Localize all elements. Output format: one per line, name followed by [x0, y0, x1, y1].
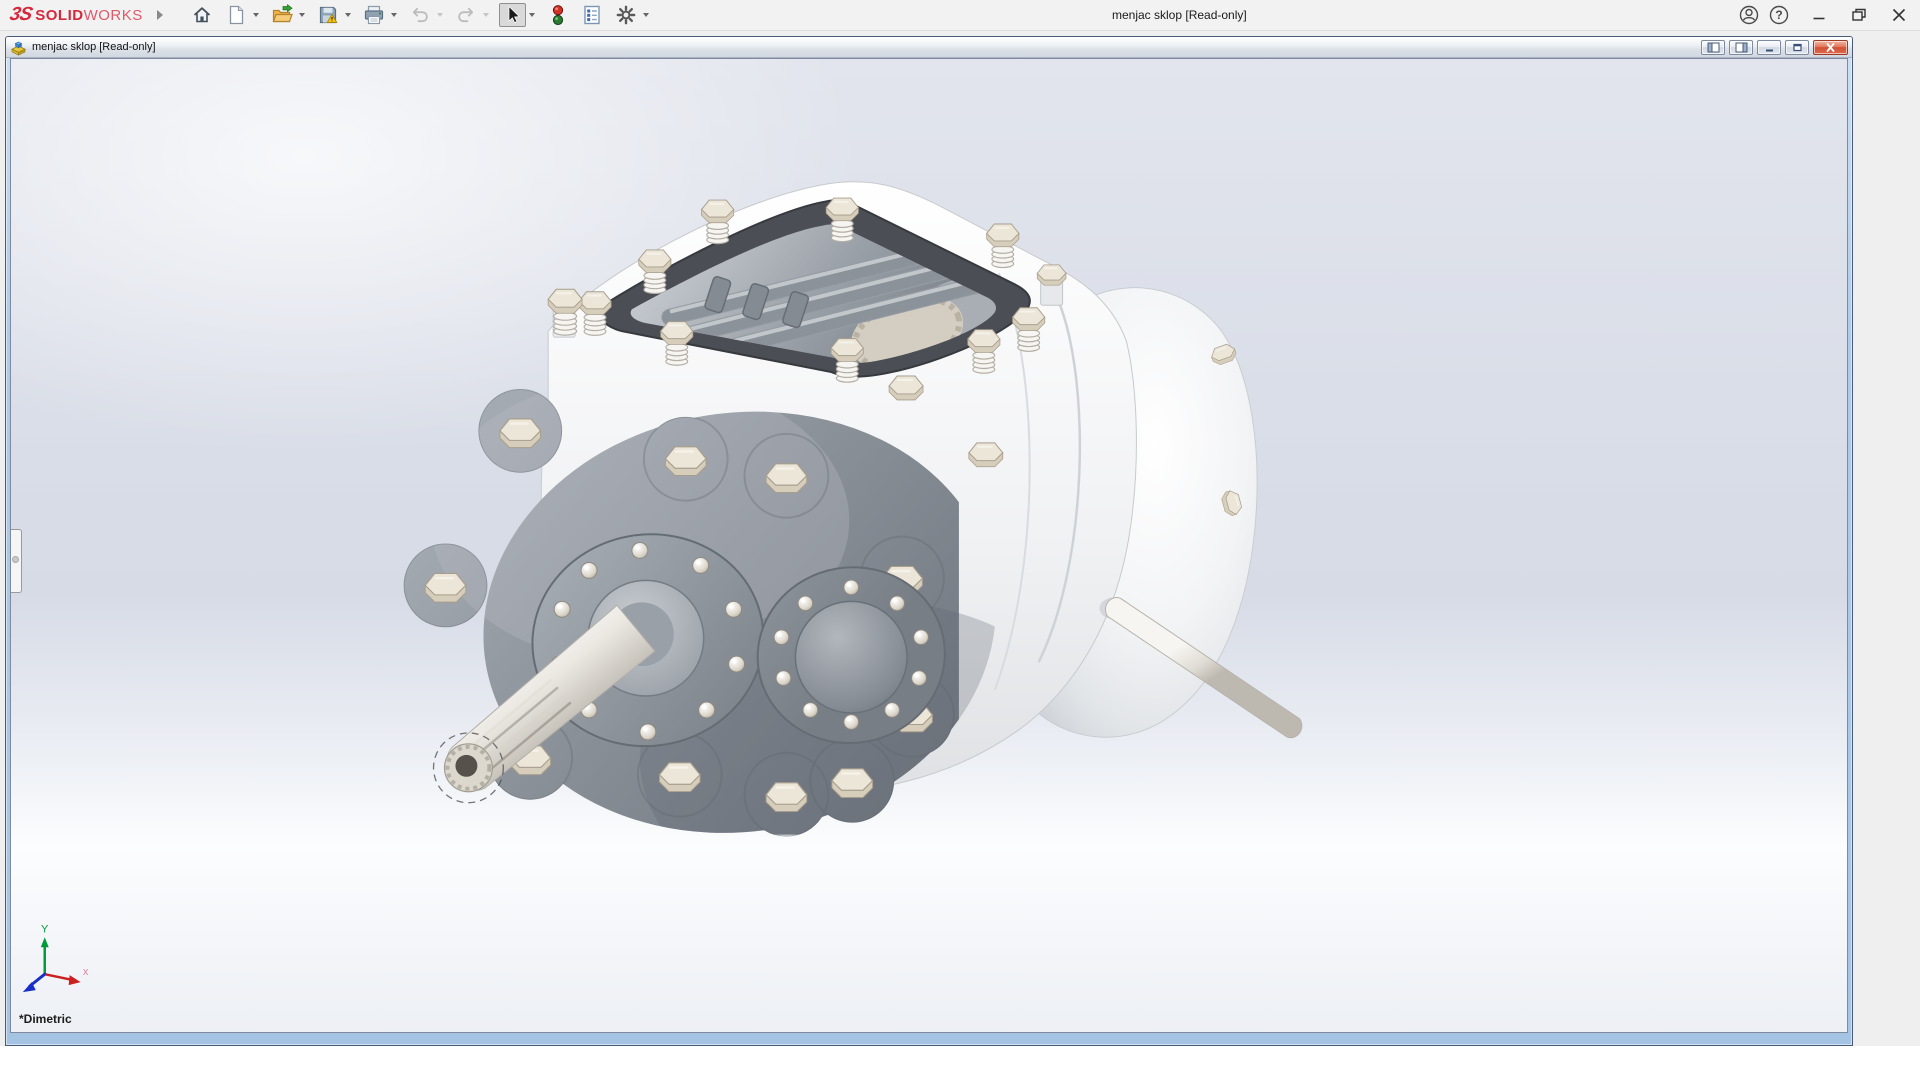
account-button[interactable] [1734, 1, 1764, 29]
graphics-viewport[interactable]: Y x *Dimetric [10, 58, 1848, 1033]
pane-left-icon [1707, 42, 1719, 52]
assembly-document-icon [11, 41, 26, 56]
select-dropdown[interactable] [526, 3, 538, 27]
undo-icon [413, 7, 428, 23]
quick-access-toolbar [189, 3, 659, 27]
orientation-triad: Y x [22, 923, 89, 993]
minimize-icon [1813, 17, 1825, 20]
save-dropdown[interactable] [342, 3, 354, 27]
rebuild-traffic-light-icon [553, 5, 564, 26]
minimize-button[interactable] [1804, 1, 1834, 29]
doc-close-icon [1826, 42, 1835, 52]
account-icon [1739, 5, 1759, 25]
app-title: menjac sklop [Read-only] [1112, 8, 1247, 22]
doc-close-button[interactable] [1813, 39, 1848, 55]
svg-text:?: ? [1775, 8, 1782, 22]
document-window: menjac sklop [Read-only] Y x *Dimetric [5, 36, 1853, 1046]
document-titlebar[interactable]: menjac sklop [Read-only] [6, 37, 1852, 58]
solidworks-logo: 3S SOLID WORKS [7, 4, 143, 26]
home-icon [194, 7, 211, 23]
close-button[interactable] [1884, 1, 1914, 29]
print-icon [365, 5, 384, 25]
document-title: menjac sklop [Read-only] [32, 41, 156, 53]
file-properties-button[interactable] [579, 3, 606, 27]
help-button[interactable]: ? [1764, 1, 1794, 29]
redo-button[interactable] [453, 3, 480, 27]
undo-dropdown[interactable] [434, 3, 446, 27]
solidworks-application: 3S SOLID WORKS menjac sklop [Read-only] … [0, 0, 1920, 1078]
doc-minimize-icon [1765, 49, 1773, 51]
new-document-button[interactable] [223, 3, 250, 27]
options-dropdown[interactable] [640, 3, 652, 27]
app-titlebar: 3S SOLID WORKS menjac sklop [Read-only] … [0, 0, 1920, 31]
doc-restore-icon [1792, 43, 1802, 51]
redo-dropdown[interactable] [480, 3, 492, 27]
workspace-background [0, 1046, 1920, 1078]
open-button[interactable] [269, 3, 296, 27]
options-button[interactable] [613, 3, 640, 27]
featuremanager-collapsed-tab[interactable] [11, 529, 22, 593]
doc-pane-left-button[interactable] [1701, 39, 1725, 55]
pane-right-icon [1735, 42, 1747, 52]
restore-icon [1852, 8, 1866, 21]
gear-icon [616, 5, 636, 25]
menu-expand-arrow-icon[interactable] [156, 10, 163, 20]
select-button[interactable] [498, 3, 526, 27]
new-document-icon [230, 5, 244, 25]
titlebar-controls: ? [1734, 0, 1914, 30]
mdi-workspace: menjac sklop [Read-only] Y x *Dimetric [0, 30, 1920, 1078]
document-window-controls [1697, 39, 1848, 55]
view-orientation-label: *Dimetric [19, 1012, 72, 1026]
logo-works: WORKS [83, 7, 143, 24]
redo-icon [458, 7, 474, 23]
open-dropdown[interactable] [296, 3, 308, 27]
doc-minimize-button[interactable] [1757, 39, 1781, 55]
undo-button[interactable] [407, 3, 434, 27]
triad-y-label: Y [41, 923, 49, 935]
rebuild-button[interactable] [545, 3, 572, 27]
print-button[interactable] [361, 3, 388, 27]
logo-mark: 3S [7, 4, 34, 25]
triad-x-label: x [83, 966, 89, 978]
help-icon: ? [1769, 5, 1789, 25]
file-properties-icon [584, 5, 600, 25]
new-document-dropdown[interactable] [250, 3, 262, 27]
logo-solid: SOLID [35, 7, 84, 24]
doc-pane-right-button[interactable] [1729, 39, 1753, 55]
open-folder-icon [272, 4, 294, 23]
home-button[interactable] [189, 3, 216, 27]
close-icon [1892, 8, 1906, 22]
print-dropdown[interactable] [388, 3, 400, 27]
restore-button[interactable] [1844, 1, 1874, 29]
save-button[interactable] [315, 3, 342, 27]
select-cursor-icon [508, 5, 521, 24]
doc-restore-button[interactable] [1785, 39, 1809, 55]
gearbox-assembly-model[interactable]: Y x [11, 59, 1847, 1032]
save-icon [320, 6, 338, 24]
